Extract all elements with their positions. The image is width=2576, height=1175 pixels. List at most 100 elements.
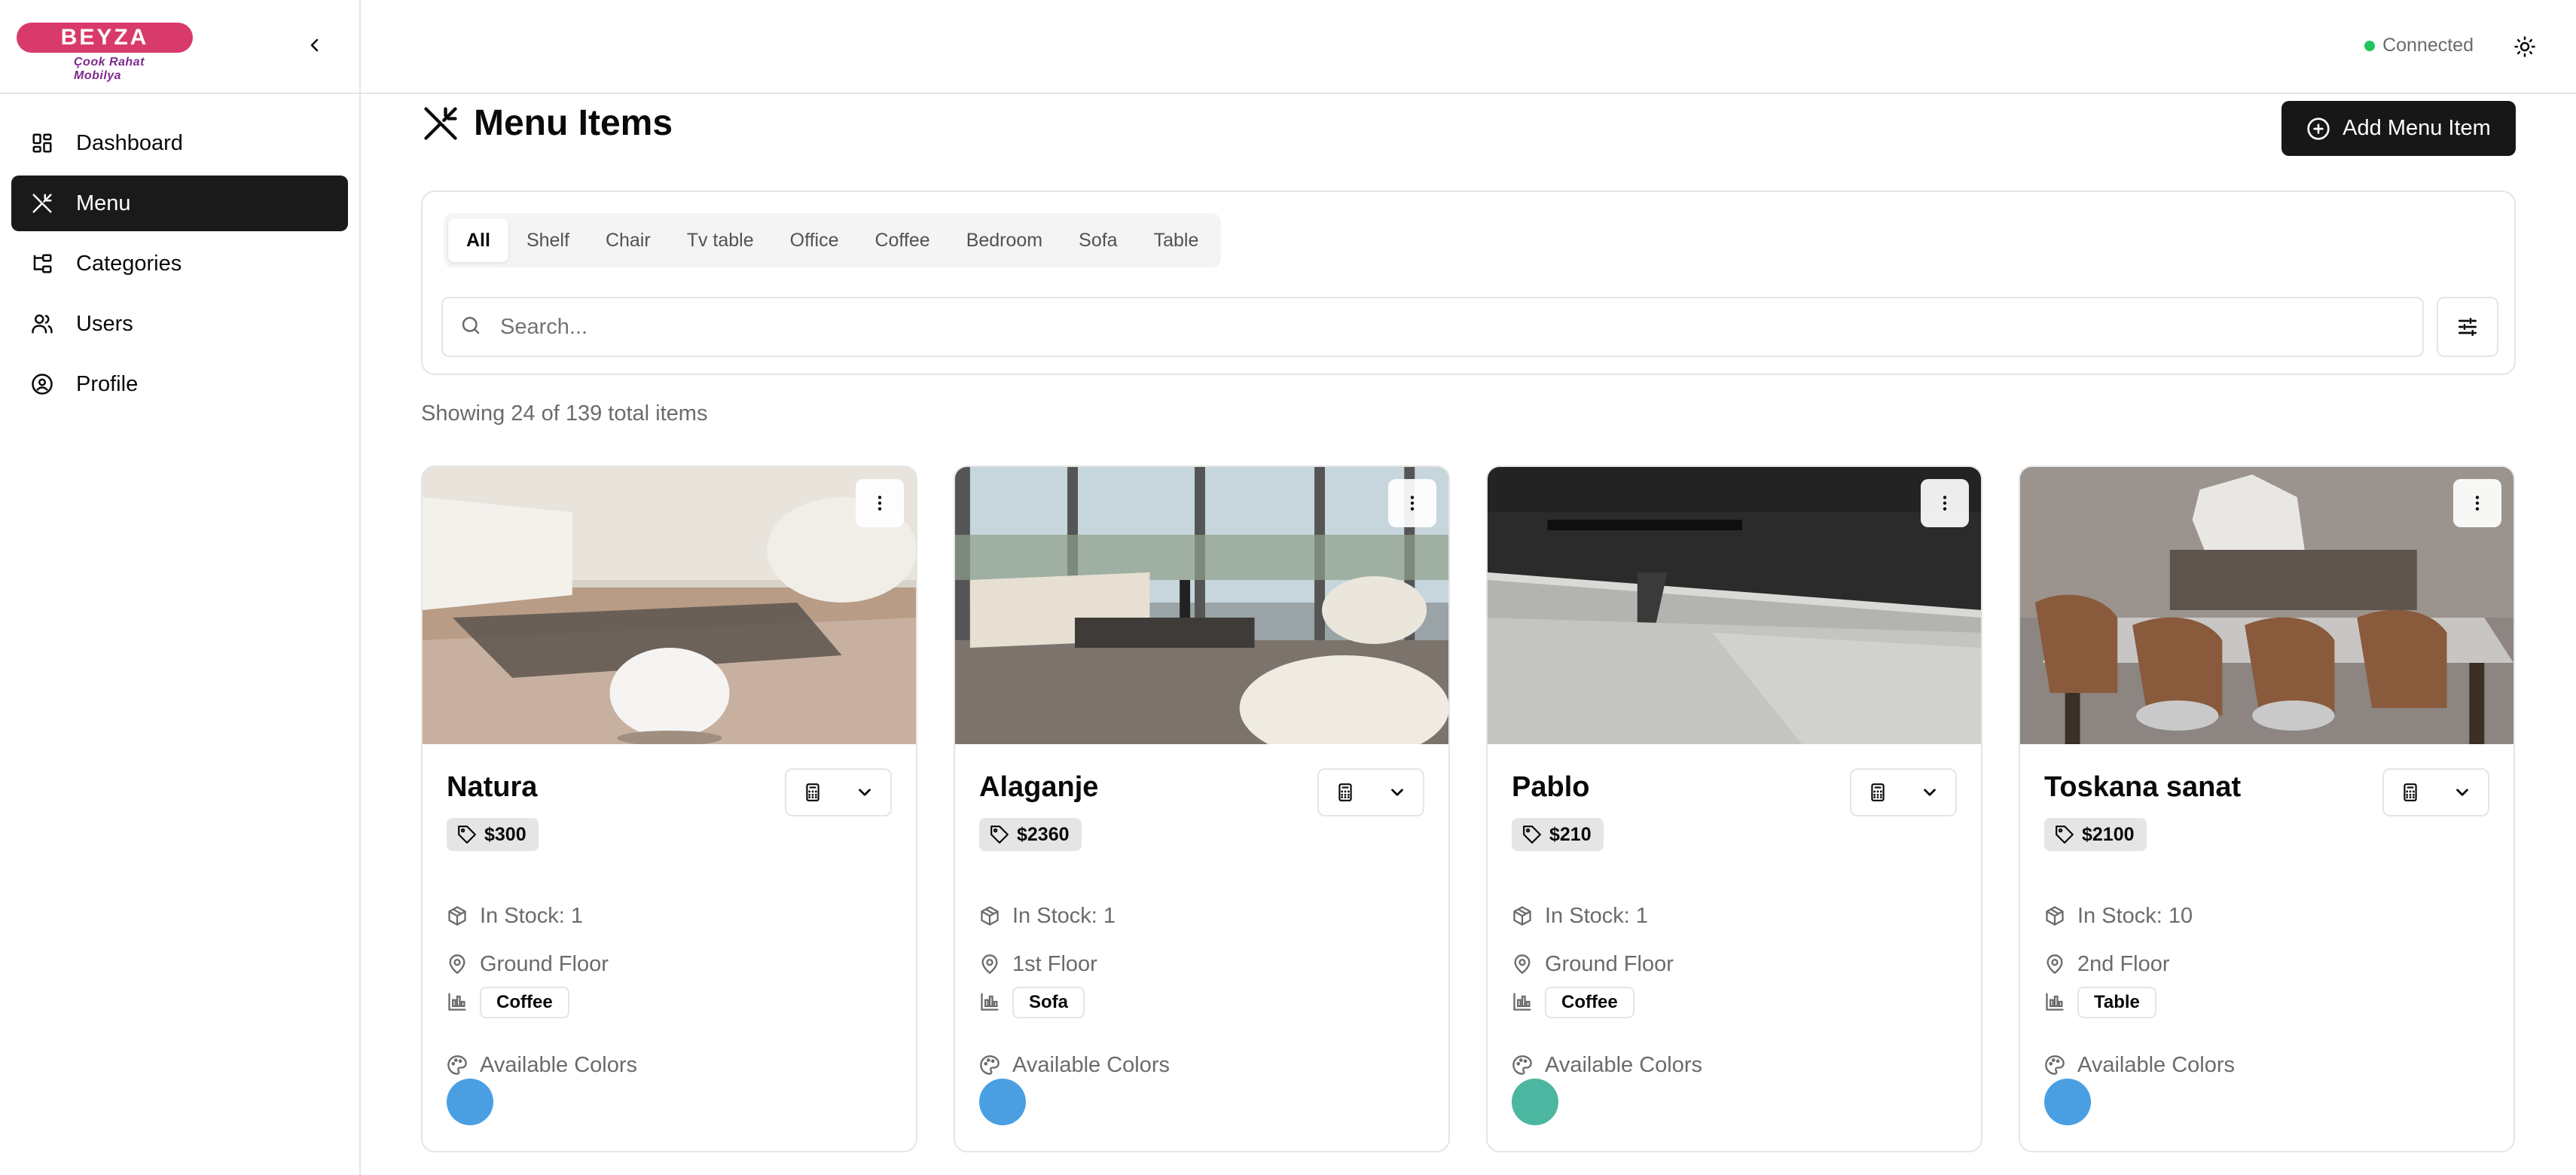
colors-label: Available Colors: [1012, 1053, 1170, 1077]
floor-row: 1st Floor: [979, 952, 1097, 977]
topbar: Connected: [361, 0, 2576, 94]
chevron-down-icon: [859, 789, 871, 796]
tag-icon: [990, 825, 1009, 844]
package-icon: [2044, 905, 2067, 928]
sidebar-item-dashboard[interactable]: Dashboard: [11, 115, 348, 171]
chart-icon: [447, 991, 469, 1014]
chevron-down-icon: [1391, 789, 1403, 796]
utensils-icon: [421, 104, 460, 143]
palette-icon: [2044, 1054, 2067, 1077]
colors-label: Available Colors: [2077, 1053, 2236, 1077]
calculator-icon: [2404, 783, 2417, 801]
price-badge: $210: [1512, 818, 1604, 851]
tab-sofa[interactable]: Sofa: [1061, 218, 1135, 262]
tab-shelf[interactable]: Shelf: [508, 218, 588, 262]
brand-logo-mark: BEYZA: [17, 23, 193, 53]
color-swatch[interactable]: [2044, 1079, 2091, 1125]
more-vertical-icon: [1410, 496, 1415, 511]
item-name: Pablo: [1512, 771, 1590, 803]
expand-dropdown-button[interactable]: [1372, 770, 1423, 815]
stock-text: In Stock: 1: [480, 904, 584, 928]
colors-row: Available Colors: [1512, 1053, 1702, 1078]
category-tabs: All Shelf Chair Tv table Office Coffee B…: [444, 213, 1222, 267]
floor-text: 2nd Floor: [2077, 952, 2170, 976]
sidebar-item-menu[interactable]: Menu: [11, 175, 348, 231]
sidebar-item-users[interactable]: Users: [11, 296, 348, 352]
product-image-showroom-sofa-set[interactable]: [955, 467, 1448, 744]
tag-icon: [457, 825, 477, 844]
calculator-button[interactable]: [786, 770, 839, 815]
product-image-living-room-coffee-table[interactable]: [423, 467, 916, 744]
menu-items-grid: Natura $300 In Stock: 1 Ground Floor Cof…: [421, 465, 2515, 1152]
menu-item-card[interactable]: Toskana sanat $2100 In Stock: 10 2nd Flo…: [2019, 465, 2515, 1152]
tab-office[interactable]: Office: [772, 218, 857, 262]
package-icon: [447, 905, 469, 928]
more-options-button[interactable]: [856, 479, 904, 527]
brand-logo[interactable]: BEYZA Çook Rahat Mobilya: [17, 18, 193, 82]
sliders-icon: [2458, 318, 2477, 336]
sidebar-item-categories[interactable]: Categories: [11, 236, 348, 291]
more-vertical-icon: [1943, 496, 1947, 511]
product-image-dining-table-set[interactable]: [2020, 467, 2513, 744]
search-box: [441, 297, 2424, 357]
add-menu-item-button[interactable]: Add Menu Item: [2281, 101, 2516, 156]
stock-row: In Stock: 1: [979, 904, 1116, 929]
utensils-icon: [29, 191, 55, 216]
status-dot: [2364, 40, 2376, 51]
color-swatch[interactable]: [979, 1079, 1026, 1125]
tab-tv-table[interactable]: Tv table: [669, 218, 772, 262]
calculator-button[interactable]: [2384, 770, 2437, 815]
menu-item-card[interactable]: Alaganje $2360 In Stock: 1 1st Floor Sof…: [954, 465, 1450, 1152]
add-menu-item-label: Add Menu Item: [2343, 116, 2491, 140]
collapse-sidebar-button[interactable]: [301, 32, 328, 59]
advanced-filter-button[interactable]: [2437, 297, 2498, 357]
category-row: Sofa: [979, 987, 1085, 1018]
color-swatch[interactable]: [1512, 1079, 1558, 1125]
stock-row: In Stock: 10: [2044, 904, 2193, 929]
category-row: Table: [2044, 987, 2156, 1018]
chart-icon: [979, 991, 1002, 1014]
calculator-button[interactable]: [1319, 770, 1372, 815]
colors-row: Available Colors: [979, 1053, 1170, 1078]
more-options-button[interactable]: [1921, 479, 1969, 527]
dashboard-icon: [29, 130, 55, 156]
theme-toggle-button[interactable]: [2510, 32, 2540, 62]
sidebar-item-profile[interactable]: Profile: [11, 356, 348, 412]
users-icon: [29, 311, 55, 337]
color-swatch[interactable]: [447, 1079, 493, 1125]
tab-chair[interactable]: Chair: [588, 218, 669, 262]
chevron-down-icon: [2456, 789, 2468, 796]
tab-bedroom[interactable]: Bedroom: [948, 218, 1061, 262]
product-image-glass-table-closeup[interactable]: [1488, 467, 1981, 744]
user-circle-icon: [29, 371, 55, 397]
stock-text: In Stock: 1: [1012, 904, 1116, 928]
page-header: Menu Items: [421, 102, 673, 144]
expand-dropdown-button[interactable]: [839, 770, 890, 815]
price-badge: $300: [447, 818, 539, 851]
expand-dropdown-button[interactable]: [2437, 770, 2488, 815]
more-options-button[interactable]: [2453, 479, 2501, 527]
category-badge: Coffee: [1545, 987, 1634, 1018]
chart-icon: [2044, 991, 2067, 1014]
menu-item-card[interactable]: Pablo $210 In Stock: 1 Ground Floor Coff…: [1486, 465, 1982, 1152]
item-action-group: [785, 768, 892, 816]
search-input[interactable]: [500, 314, 2383, 340]
stock-text: In Stock: 10: [2077, 904, 2193, 928]
tab-table[interactable]: Table: [1136, 218, 1217, 262]
sidebar-item-label: Users: [76, 311, 133, 336]
stock-row: In Stock: 1: [1512, 904, 1648, 929]
package-icon: [979, 905, 1002, 928]
tab-coffee[interactable]: Coffee: [856, 218, 948, 262]
calculator-button[interactable]: [1851, 770, 1904, 815]
expand-dropdown-button[interactable]: [1904, 770, 1955, 815]
chart-icon: [1512, 991, 1534, 1014]
menu-item-card[interactable]: Natura $300 In Stock: 1 Ground Floor Cof…: [421, 465, 917, 1152]
status-text: Connected: [2382, 35, 2474, 56]
tab-all[interactable]: All: [448, 218, 508, 262]
page-title: Menu Items: [474, 103, 673, 143]
map-pin-icon: [2044, 954, 2067, 976]
brand-tagline: Çook Rahat Mobilya: [74, 56, 145, 82]
colors-label: Available Colors: [480, 1053, 638, 1077]
more-vertical-icon: [2475, 496, 2480, 511]
more-options-button[interactable]: [1388, 479, 1436, 527]
